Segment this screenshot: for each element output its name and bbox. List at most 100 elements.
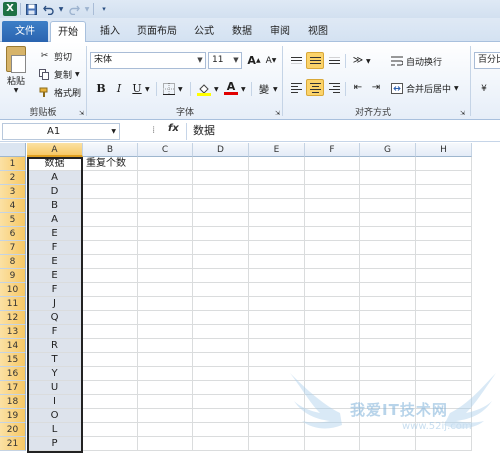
cell-b1[interactable]: 重复个数 bbox=[83, 157, 138, 171]
cut-button[interactable]: ✂ 剪切 bbox=[38, 48, 72, 64]
cell-d1[interactable] bbox=[193, 157, 249, 171]
cell-h13[interactable] bbox=[416, 325, 472, 339]
cell-d16[interactable] bbox=[193, 367, 249, 381]
cell-b9[interactable] bbox=[83, 269, 138, 283]
save-icon[interactable] bbox=[24, 2, 38, 16]
cell-e8[interactable] bbox=[249, 255, 305, 269]
redo-icon[interactable] bbox=[67, 2, 81, 16]
cell-b4[interactable] bbox=[83, 199, 138, 213]
font-color-dropdown-icon[interactable]: ▼ bbox=[241, 86, 246, 93]
cell-d3[interactable] bbox=[193, 185, 249, 199]
cell-b6[interactable] bbox=[83, 227, 138, 241]
cell-c13[interactable] bbox=[138, 325, 193, 339]
underline-dropdown-icon[interactable]: ▼ bbox=[145, 86, 150, 93]
row-header-4[interactable]: 4 bbox=[0, 199, 26, 213]
grow-font-button[interactable]: A ▲ bbox=[245, 52, 263, 69]
increase-indent-button[interactable]: ⇥ bbox=[367, 79, 385, 96]
cell-e13[interactable] bbox=[249, 325, 305, 339]
cell-c18[interactable] bbox=[138, 395, 193, 409]
cell-d19[interactable] bbox=[193, 409, 249, 423]
row-header-18[interactable]: 18 bbox=[0, 395, 26, 409]
cell-d21[interactable] bbox=[193, 437, 249, 451]
cell-c15[interactable] bbox=[138, 353, 193, 367]
cell-a20[interactable]: L bbox=[27, 423, 83, 437]
cell-e5[interactable] bbox=[249, 213, 305, 227]
align-bottom-button[interactable] bbox=[325, 52, 343, 69]
cell-a18[interactable]: I bbox=[27, 395, 83, 409]
cell-a13[interactable]: F bbox=[27, 325, 83, 339]
cell-d20[interactable] bbox=[193, 423, 249, 437]
font-name-combo[interactable]: 宋体 ▼ bbox=[90, 52, 206, 69]
borders-dropdown-icon[interactable]: ▼ bbox=[178, 86, 183, 93]
cell-h10[interactable] bbox=[416, 283, 472, 297]
cell-e12[interactable] bbox=[249, 311, 305, 325]
cell-h2[interactable] bbox=[416, 171, 472, 185]
cell-e1[interactable] bbox=[249, 157, 305, 171]
cell-g14[interactable] bbox=[360, 339, 416, 353]
merge-center-button[interactable]: 合并后居中 ▼ bbox=[390, 80, 459, 96]
customize-qat-icon[interactable]: ▾ bbox=[97, 2, 111, 16]
cell-c6[interactable] bbox=[138, 227, 193, 241]
cell-b7[interactable] bbox=[83, 241, 138, 255]
insert-function-button[interactable]: fx bbox=[168, 123, 179, 134]
cell-f15[interactable] bbox=[305, 353, 360, 367]
cell-c8[interactable] bbox=[138, 255, 193, 269]
cell-b2[interactable] bbox=[83, 171, 138, 185]
phonetic-dropdown-icon[interactable]: ▼ bbox=[273, 86, 278, 93]
cell-c19[interactable] bbox=[138, 409, 193, 423]
cell-a2[interactable]: A bbox=[27, 171, 83, 185]
cell-f14[interactable] bbox=[305, 339, 360, 353]
cell-a11[interactable]: J bbox=[27, 297, 83, 311]
cell-a3[interactable]: D bbox=[27, 185, 83, 199]
bold-button[interactable]: B bbox=[92, 80, 110, 97]
tab-view[interactable]: 视图 bbox=[302, 21, 334, 42]
cell-e4[interactable] bbox=[249, 199, 305, 213]
row-header-20[interactable]: 20 bbox=[0, 423, 26, 437]
cell-f8[interactable] bbox=[305, 255, 360, 269]
cell-g5[interactable] bbox=[360, 213, 416, 227]
cell-h14[interactable] bbox=[416, 339, 472, 353]
row-header-12[interactable]: 12 bbox=[0, 311, 26, 325]
cell-d9[interactable] bbox=[193, 269, 249, 283]
cell-b16[interactable] bbox=[83, 367, 138, 381]
cell-b8[interactable] bbox=[83, 255, 138, 269]
select-all-corner[interactable] bbox=[0, 143, 26, 157]
cell-d18[interactable] bbox=[193, 395, 249, 409]
cell-a19[interactable]: O bbox=[27, 409, 83, 423]
cell-g10[interactable] bbox=[360, 283, 416, 297]
cell-h12[interactable] bbox=[416, 311, 472, 325]
cell-c7[interactable] bbox=[138, 241, 193, 255]
cell-a8[interactable]: E bbox=[27, 255, 83, 269]
row-header-1[interactable]: 1 bbox=[0, 157, 26, 171]
cell-c2[interactable] bbox=[138, 171, 193, 185]
cell-b5[interactable] bbox=[83, 213, 138, 227]
cell-b10[interactable] bbox=[83, 283, 138, 297]
cell-b19[interactable] bbox=[83, 409, 138, 423]
cell-a1[interactable]: 数据 bbox=[27, 157, 83, 171]
align-top-button[interactable] bbox=[287, 52, 305, 69]
cell-f7[interactable] bbox=[305, 241, 360, 255]
italic-button[interactable]: I bbox=[110, 80, 128, 97]
row-header-7[interactable]: 7 bbox=[0, 241, 26, 255]
cell-b3[interactable] bbox=[83, 185, 138, 199]
cell-c20[interactable] bbox=[138, 423, 193, 437]
cell-h4[interactable] bbox=[416, 199, 472, 213]
row-header-21[interactable]: 21 bbox=[0, 437, 26, 451]
number-format-combo[interactable]: 百分比 bbox=[474, 52, 500, 69]
cell-f5[interactable] bbox=[305, 213, 360, 227]
column-header-h[interactable]: H bbox=[416, 143, 472, 157]
cell-b15[interactable] bbox=[83, 353, 138, 367]
cell-a12[interactable]: Q bbox=[27, 311, 83, 325]
cell-e7[interactable] bbox=[249, 241, 305, 255]
cell-a14[interactable]: R bbox=[27, 339, 83, 353]
align-right-button[interactable] bbox=[325, 79, 343, 96]
row-header-6[interactable]: 6 bbox=[0, 227, 26, 241]
cell-d4[interactable] bbox=[193, 199, 249, 213]
column-header-f[interactable]: F bbox=[305, 143, 360, 157]
cell-a17[interactable]: U bbox=[27, 381, 83, 395]
row-header-10[interactable]: 10 bbox=[0, 283, 26, 297]
font-size-combo[interactable]: 11 ▼ bbox=[208, 52, 242, 69]
cell-a21[interactable]: P bbox=[27, 437, 83, 451]
cell-e2[interactable] bbox=[249, 171, 305, 185]
cell-e14[interactable] bbox=[249, 339, 305, 353]
